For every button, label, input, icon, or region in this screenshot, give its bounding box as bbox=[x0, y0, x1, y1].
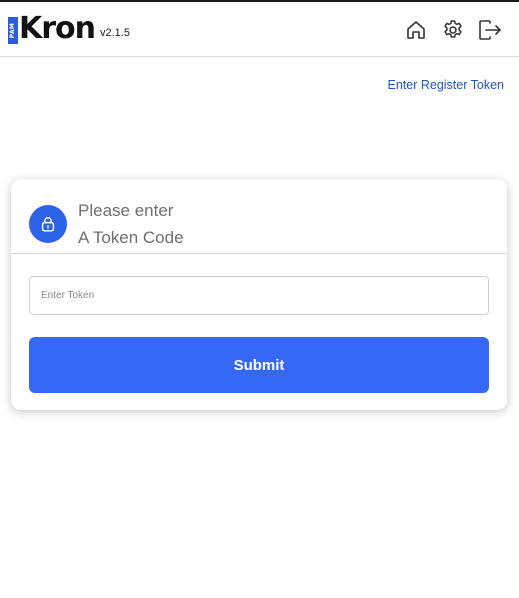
logo-badge-text: PAM bbox=[9, 22, 17, 39]
card-divider bbox=[11, 253, 507, 254]
version-label: v2.1.5 bbox=[100, 27, 130, 39]
card-title-line2: A Token Code bbox=[78, 228, 184, 247]
logo-text: Kron bbox=[19, 11, 96, 46]
kron-logo: PAM Kron bbox=[8, 11, 96, 46]
logout-icon[interactable] bbox=[477, 18, 503, 42]
app-header: PAM Kron v2.1.5 bbox=[0, 2, 519, 57]
enter-register-token-link[interactable]: Enter Register Token bbox=[388, 78, 505, 92]
logo-badge: PAM bbox=[8, 17, 18, 44]
submit-button[interactable]: Submit bbox=[29, 337, 489, 393]
card-title-line1: Please enter bbox=[78, 201, 174, 220]
gear-icon[interactable] bbox=[441, 18, 465, 42]
token-card: Please enter A Token Code Submit bbox=[11, 179, 507, 410]
lock-icon bbox=[29, 205, 67, 243]
home-icon[interactable] bbox=[404, 18, 428, 42]
token-input[interactable] bbox=[29, 276, 489, 315]
